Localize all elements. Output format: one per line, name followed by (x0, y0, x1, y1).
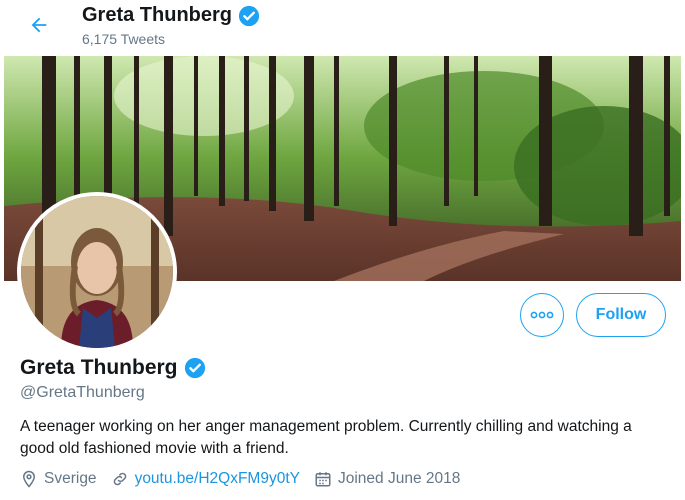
profile-meta: Sverige youtu.be/H2QxFM9y0tY Joined June… (20, 470, 474, 488)
profile-bio: A teenager working on her anger manageme… (20, 418, 632, 457)
more-options-icon (530, 311, 554, 319)
calendar-icon (314, 470, 332, 488)
profile-handle: @GretaThunberg (20, 384, 145, 401)
joined-text: Joined June 2018 (337, 470, 461, 487)
profile-name-row: Greta Thunberg (20, 356, 206, 380)
tweet-count: 6,175 Tweets (82, 31, 166, 47)
joined-item: Joined June 2018 (314, 470, 460, 488)
verified-badge-icon (184, 357, 206, 379)
profile-avatar[interactable] (17, 192, 177, 352)
profile-name: Greta Thunberg (20, 356, 178, 379)
follow-button[interactable]: Follow (576, 293, 666, 337)
link-icon (111, 470, 129, 488)
location-pin-icon (20, 470, 38, 488)
header-title: Greta Thunberg (82, 4, 260, 27)
location-item: Sverige (20, 470, 97, 488)
more-options-button[interactable] (520, 293, 564, 337)
verified-badge-icon (238, 5, 260, 27)
arrow-left-icon (28, 14, 50, 36)
back-button[interactable] (24, 10, 54, 40)
website-item: youtu.be/H2QxFM9y0tY (111, 470, 300, 488)
profile-header-bar: Greta Thunberg 6,175 Tweets (0, 0, 685, 56)
header-name: Greta Thunberg (82, 4, 233, 26)
website-link[interactable]: youtu.be/H2QxFM9y0tY (135, 470, 300, 488)
location-text: Sverige (44, 470, 97, 487)
